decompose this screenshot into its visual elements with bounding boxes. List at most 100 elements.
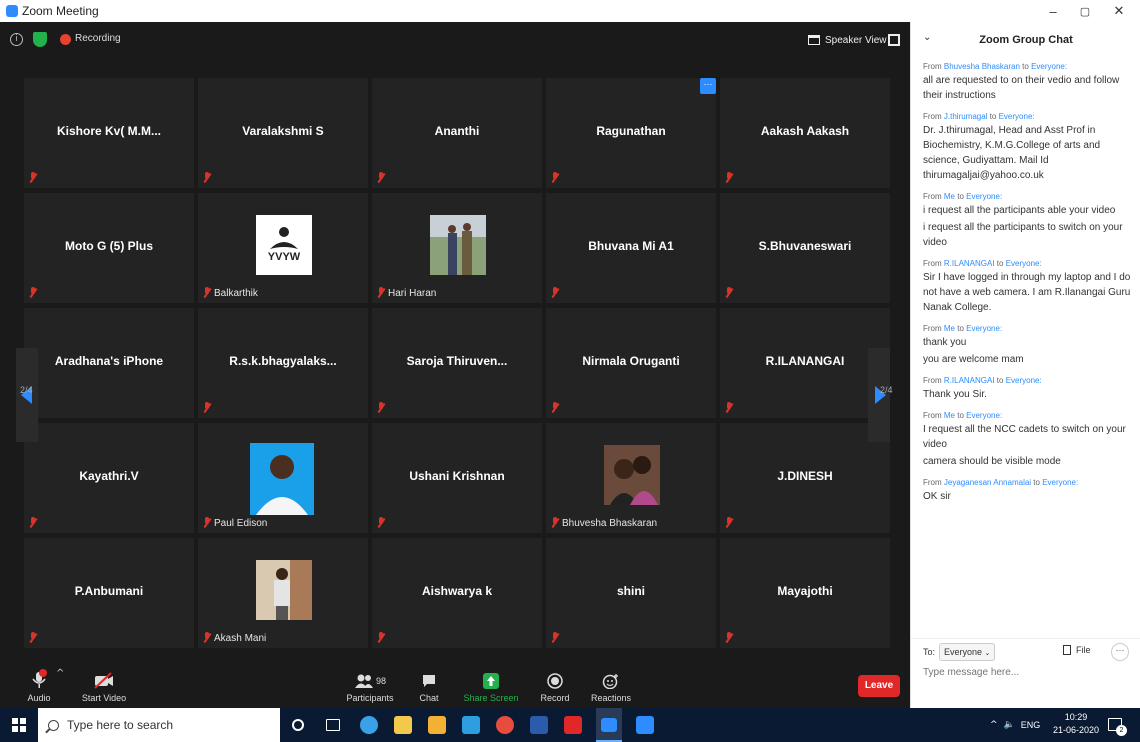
participant-tile[interactable]: Ushani Krishnan (372, 423, 542, 533)
chat-message: From R.ILANANGAI to Everyone: Thank you S… (923, 376, 1135, 402)
start-button[interactable] (12, 718, 26, 732)
participant-tile[interactable]: Ragunathan ··· (546, 78, 716, 188)
participant-tile[interactable]: Kishore Kv( M.M... (24, 78, 194, 188)
chat-message-text: OK sir (923, 491, 951, 502)
chat-recipient-select[interactable]: Everyone ⌄ (939, 643, 996, 661)
participant-tile[interactable]: S.Bhuvaneswari (720, 193, 890, 303)
audio-options-chevron-icon[interactable]: ^ (56, 668, 64, 679)
maximize-button[interactable]: ▢ (1068, 0, 1102, 22)
chrome-icon[interactable] (496, 716, 514, 734)
participant-avatar (430, 215, 486, 275)
audio-button[interactable]: Audio (24, 662, 54, 708)
participant-label: Bhuvesha Bhaskaran (562, 518, 658, 529)
participant-tile[interactable]: shini (546, 538, 716, 648)
participants-button[interactable]: 98 Participants (346, 662, 394, 708)
participant-tile[interactable]: Aradhana's iPhone (24, 308, 194, 418)
window-title: Zoom Meeting (22, 4, 99, 18)
info-icon[interactable]: i (10, 33, 23, 46)
participant-tile[interactable]: Bhuvana Mi A1 (546, 193, 716, 303)
view-icon (808, 35, 820, 45)
muted-mic-icon (203, 172, 211, 183)
file-button[interactable]: File (1063, 645, 1091, 655)
participant-avatar: YVYW (256, 215, 312, 275)
edge-icon[interactable] (360, 716, 378, 734)
word-icon[interactable] (530, 716, 548, 734)
encryption-shield-icon[interactable] (33, 32, 47, 47)
file-explorer-icon[interactable] (428, 716, 446, 734)
chat-message-text: you are welcome mam (923, 354, 1024, 365)
participant-name: Kishore Kv( M.M... (56, 124, 161, 138)
participant-tile[interactable]: Ananthi (372, 78, 542, 188)
tray-overflow-chevron-icon[interactable]: ^ (990, 720, 998, 730)
tile-more-button[interactable]: ··· (700, 78, 716, 94)
page-indicator-right: 2/4 (880, 385, 893, 395)
muted-mic-icon (551, 517, 559, 528)
share-screen-icon (483, 673, 499, 689)
muted-mic-icon (203, 287, 211, 298)
start-video-label: Start Video (81, 693, 127, 703)
acrobat-icon[interactable] (564, 716, 582, 734)
language-indicator[interactable]: ENG (1021, 720, 1041, 730)
chat-more-button[interactable]: ··· (1111, 643, 1129, 661)
participant-tile[interactable]: Mayajothi (720, 538, 890, 648)
photos-icon[interactable] (636, 716, 654, 734)
zoom-taskbar-icon[interactable] (596, 708, 622, 742)
start-video-button[interactable]: Start Video (80, 662, 128, 708)
chat-message-text: i request all the participants to switch… (923, 222, 1123, 248)
participant-tile[interactable]: Akash Mani (198, 538, 368, 648)
store-icon[interactable] (394, 716, 412, 734)
reactions-button[interactable]: Reactions (591, 662, 631, 708)
share-screen-button[interactable]: Share Screen (463, 662, 519, 708)
speaker-view-button[interactable]: Speaker View (808, 31, 887, 49)
participant-tile[interactable]: Varalakshmi S (198, 78, 368, 188)
chat-panel: ⌄ Zoom Group Chat From Bhuvesha Bhaskara… (910, 22, 1140, 708)
muted-mic-icon (29, 172, 37, 183)
chat-icon (423, 675, 435, 687)
participant-tile[interactable]: J.DINESH (720, 423, 890, 533)
leave-button[interactable]: Leave (858, 675, 900, 697)
chat-message-text: Sir I have logged in through my laptop a… (923, 272, 1131, 313)
notifications-icon[interactable]: 2 (1108, 718, 1127, 736)
chat-button[interactable]: Chat (414, 662, 444, 708)
participant-tile[interactable]: R.ILANANGAI (720, 308, 890, 418)
zoom-app-icon (6, 5, 18, 17)
volume-icon[interactable]: 🔈 (1004, 720, 1015, 730)
chat-message: From Me to Everyone: i request all the pa… (923, 192, 1135, 250)
chat-message-text: i request all the participants able your… (923, 205, 1116, 216)
muted-mic-icon (551, 287, 559, 298)
participant-tile[interactable]: Aakash Aakash (720, 78, 890, 188)
next-page-button[interactable] (868, 348, 890, 442)
participant-tile[interactable]: Aishwarya k (372, 538, 542, 648)
muted-mic-icon (725, 402, 733, 413)
chevron-down-icon[interactable]: ⌄ (923, 32, 931, 43)
chat-message-input[interactable] (923, 667, 1129, 678)
chat-message: From Jeyaganesan Annamalai to Everyone: O… (923, 478, 1135, 504)
mail-icon[interactable] (462, 716, 480, 734)
participant-label: Paul Edison (214, 518, 268, 529)
previous-page-button[interactable] (16, 348, 38, 442)
task-view-icon[interactable] (326, 719, 340, 731)
close-button[interactable]: ✕ (1102, 0, 1136, 22)
participant-tile[interactable]: P.Anbumani (24, 538, 194, 648)
muted-mic-icon (725, 172, 733, 183)
meeting-toolbar: Audio ^ Start Video 98 Participants Chat… (0, 662, 910, 708)
participant-tile[interactable]: Saroja Thiruven... (372, 308, 542, 418)
participant-tile[interactable]: Paul Edison (198, 423, 368, 533)
participant-tile[interactable]: YVYW Balkarthik (198, 193, 368, 303)
clock[interactable]: 10:29 21-06-2020 (1050, 711, 1102, 737)
participant-tile[interactable]: Nirmala Oruganti (546, 308, 716, 418)
participant-tile[interactable]: Hari Haran (372, 193, 542, 303)
cortana-icon[interactable] (292, 719, 304, 731)
participant-tile[interactable]: R.s.k.bhagyalaks... (198, 308, 368, 418)
participant-tile[interactable]: Moto G (5) Plus (24, 193, 194, 303)
participant-tile[interactable]: Kayathri.V (24, 423, 194, 533)
record-button[interactable]: Record (540, 662, 570, 708)
fullscreen-icon[interactable] (888, 34, 900, 46)
participants-count: 98 (375, 676, 386, 686)
participant-name: R.s.k.bhagyalaks... (229, 354, 337, 368)
chat-message-list[interactable]: From Bhuvesha Bhaskaran to Everyone: all … (923, 62, 1135, 513)
taskbar-search[interactable]: Type here to search (38, 708, 280, 742)
minimize-button[interactable]: – (1036, 0, 1070, 22)
page-indicator-left: 2/4 (20, 385, 33, 395)
participant-tile[interactable]: Bhuvesha Bhaskaran (546, 423, 716, 533)
